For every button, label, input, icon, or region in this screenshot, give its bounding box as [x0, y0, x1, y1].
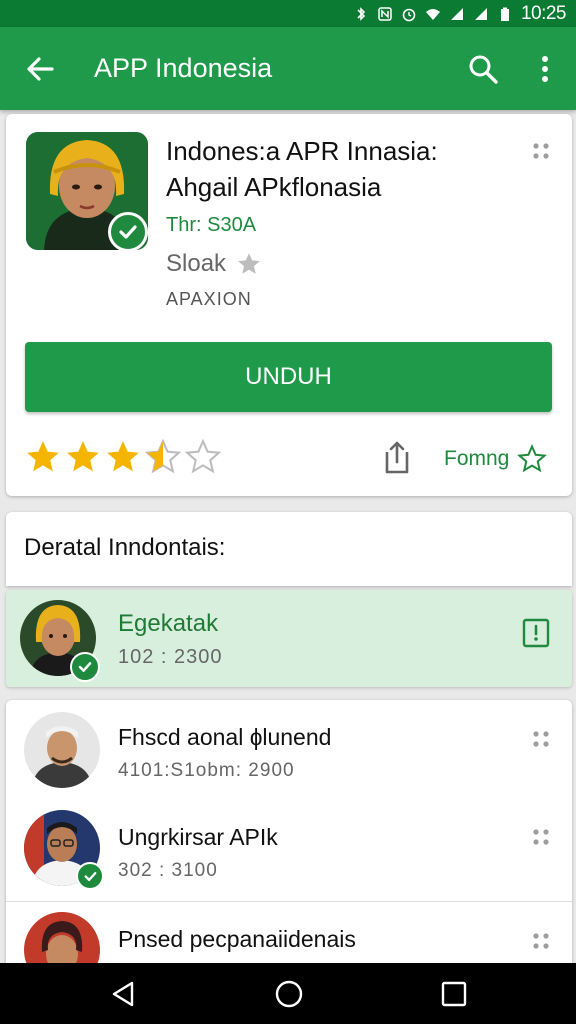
share-icon: [385, 441, 409, 474]
avatar: [20, 600, 100, 682]
star-full-icon: [107, 441, 139, 472]
list-item[interactable]: Fhscd aonal ɸlunend 4101:S1obm: 2900: [6, 700, 572, 798]
featured-item-action-button[interactable]: [522, 618, 550, 653]
search-icon: [469, 55, 498, 84]
status-bar: 10:25: [0, 0, 576, 27]
avatar: [24, 810, 104, 890]
star-icon: [238, 253, 260, 274]
list-item[interactable]: Ungrkirsar APIk 302 : 3100: [6, 798, 572, 896]
app-version: APAXION: [166, 289, 252, 309]
list-item-name: Ungrkirsar APIk: [118, 824, 278, 850]
featured-item-meta: 102 : 2300: [118, 646, 223, 668]
install-button[interactable]: UNDUH: [25, 342, 552, 412]
check-icon: [119, 225, 137, 239]
list-item-name: Pnsed pecpanaiidenais: [118, 926, 356, 952]
nfc-icon: [378, 6, 392, 21]
signal-icon: [450, 7, 463, 20]
verified-badge: [76, 862, 104, 890]
drag-dots-icon: [533, 143, 549, 159]
avatar: [24, 712, 100, 788]
status-time: 10:25: [520, 2, 567, 24]
rating-stars[interactable]: [24, 438, 222, 476]
app-list: Fhscd aonal ɸlunend 4101:S1obm: 2900 Ung…: [6, 700, 572, 970]
details-heading: Deratal Inndontais:: [24, 534, 226, 561]
bluetooth-icon: [357, 6, 366, 21]
list-item-meta: 302 : 3100: [118, 860, 218, 881]
app-size-text: Sloak: [166, 250, 227, 277]
app-icon: [26, 132, 148, 252]
verified-badge: [108, 212, 148, 252]
list-item-more-button[interactable]: [532, 828, 550, 851]
star-full-icon: [27, 441, 59, 472]
home-nav-button[interactable]: [274, 979, 304, 1009]
check-icon: [78, 662, 92, 672]
developer-link[interactable]: Thr: S30A: [166, 214, 256, 237]
app-name-line1: Indones:a APR Innasia:: [166, 136, 438, 166]
recents-nav-button[interactable]: [440, 980, 468, 1008]
app-card-more-button[interactable]: [532, 142, 550, 165]
app-name-line2: Ahgail APkflonasia: [166, 172, 382, 202]
system-nav-bar: [0, 963, 576, 1024]
list-item-more-button[interactable]: [532, 730, 550, 753]
app-bar-title: APP Indonesia: [94, 53, 273, 83]
featured-item-name: Egekatak: [118, 610, 219, 637]
back-nav-button[interactable]: [108, 979, 138, 1009]
arrow-back-icon: [27, 56, 54, 81]
drag-dots-icon: [533, 829, 549, 845]
back-button[interactable]: [0, 27, 80, 110]
star-empty-icon: [184, 438, 222, 474]
list-item-name: Fhscd aonal ɸlunend: [118, 724, 332, 750]
share-button[interactable]: [380, 440, 414, 481]
search-button[interactable]: [452, 27, 514, 110]
star-outline-icon: [517, 444, 548, 473]
star-full-icon: [67, 441, 99, 472]
avatar-portrait: [24, 912, 100, 970]
follow-label: Fomng: [444, 447, 510, 470]
bookmark-icon: [522, 618, 550, 648]
app-bar: APP Indonesia: [0, 27, 576, 110]
alarm-icon: [402, 8, 416, 21]
list-item-more-button[interactable]: [532, 932, 550, 955]
wifi-icon: [425, 8, 440, 20]
app-size-row: Sloak: [166, 250, 262, 278]
verified-badge: [70, 652, 100, 682]
check-icon: [84, 871, 96, 881]
avatar: [24, 912, 100, 970]
details-header: Deratal Inndontais:: [6, 512, 572, 586]
avatar-portrait: [24, 712, 100, 788]
list-item-meta: 4101:S1obm: 2900: [118, 760, 295, 781]
star-half-icon: [144, 438, 182, 474]
follow-button[interactable]: Fomng: [444, 444, 548, 474]
signal-2-icon: [474, 7, 487, 20]
drag-dots-icon: [533, 933, 549, 949]
battery-icon: [500, 7, 509, 21]
list-item[interactable]: Pnsed pecpanaiidenais: [6, 902, 572, 970]
featured-list-item[interactable]: Egekatak 102 : 2300: [6, 590, 572, 687]
more-vert-icon: [542, 55, 548, 82]
overflow-menu-button[interactable]: [514, 27, 576, 110]
drag-dots-icon: [533, 731, 549, 747]
app-card: Indones:a APR Innasia: Ahgail APkflonasi…: [6, 114, 572, 496]
